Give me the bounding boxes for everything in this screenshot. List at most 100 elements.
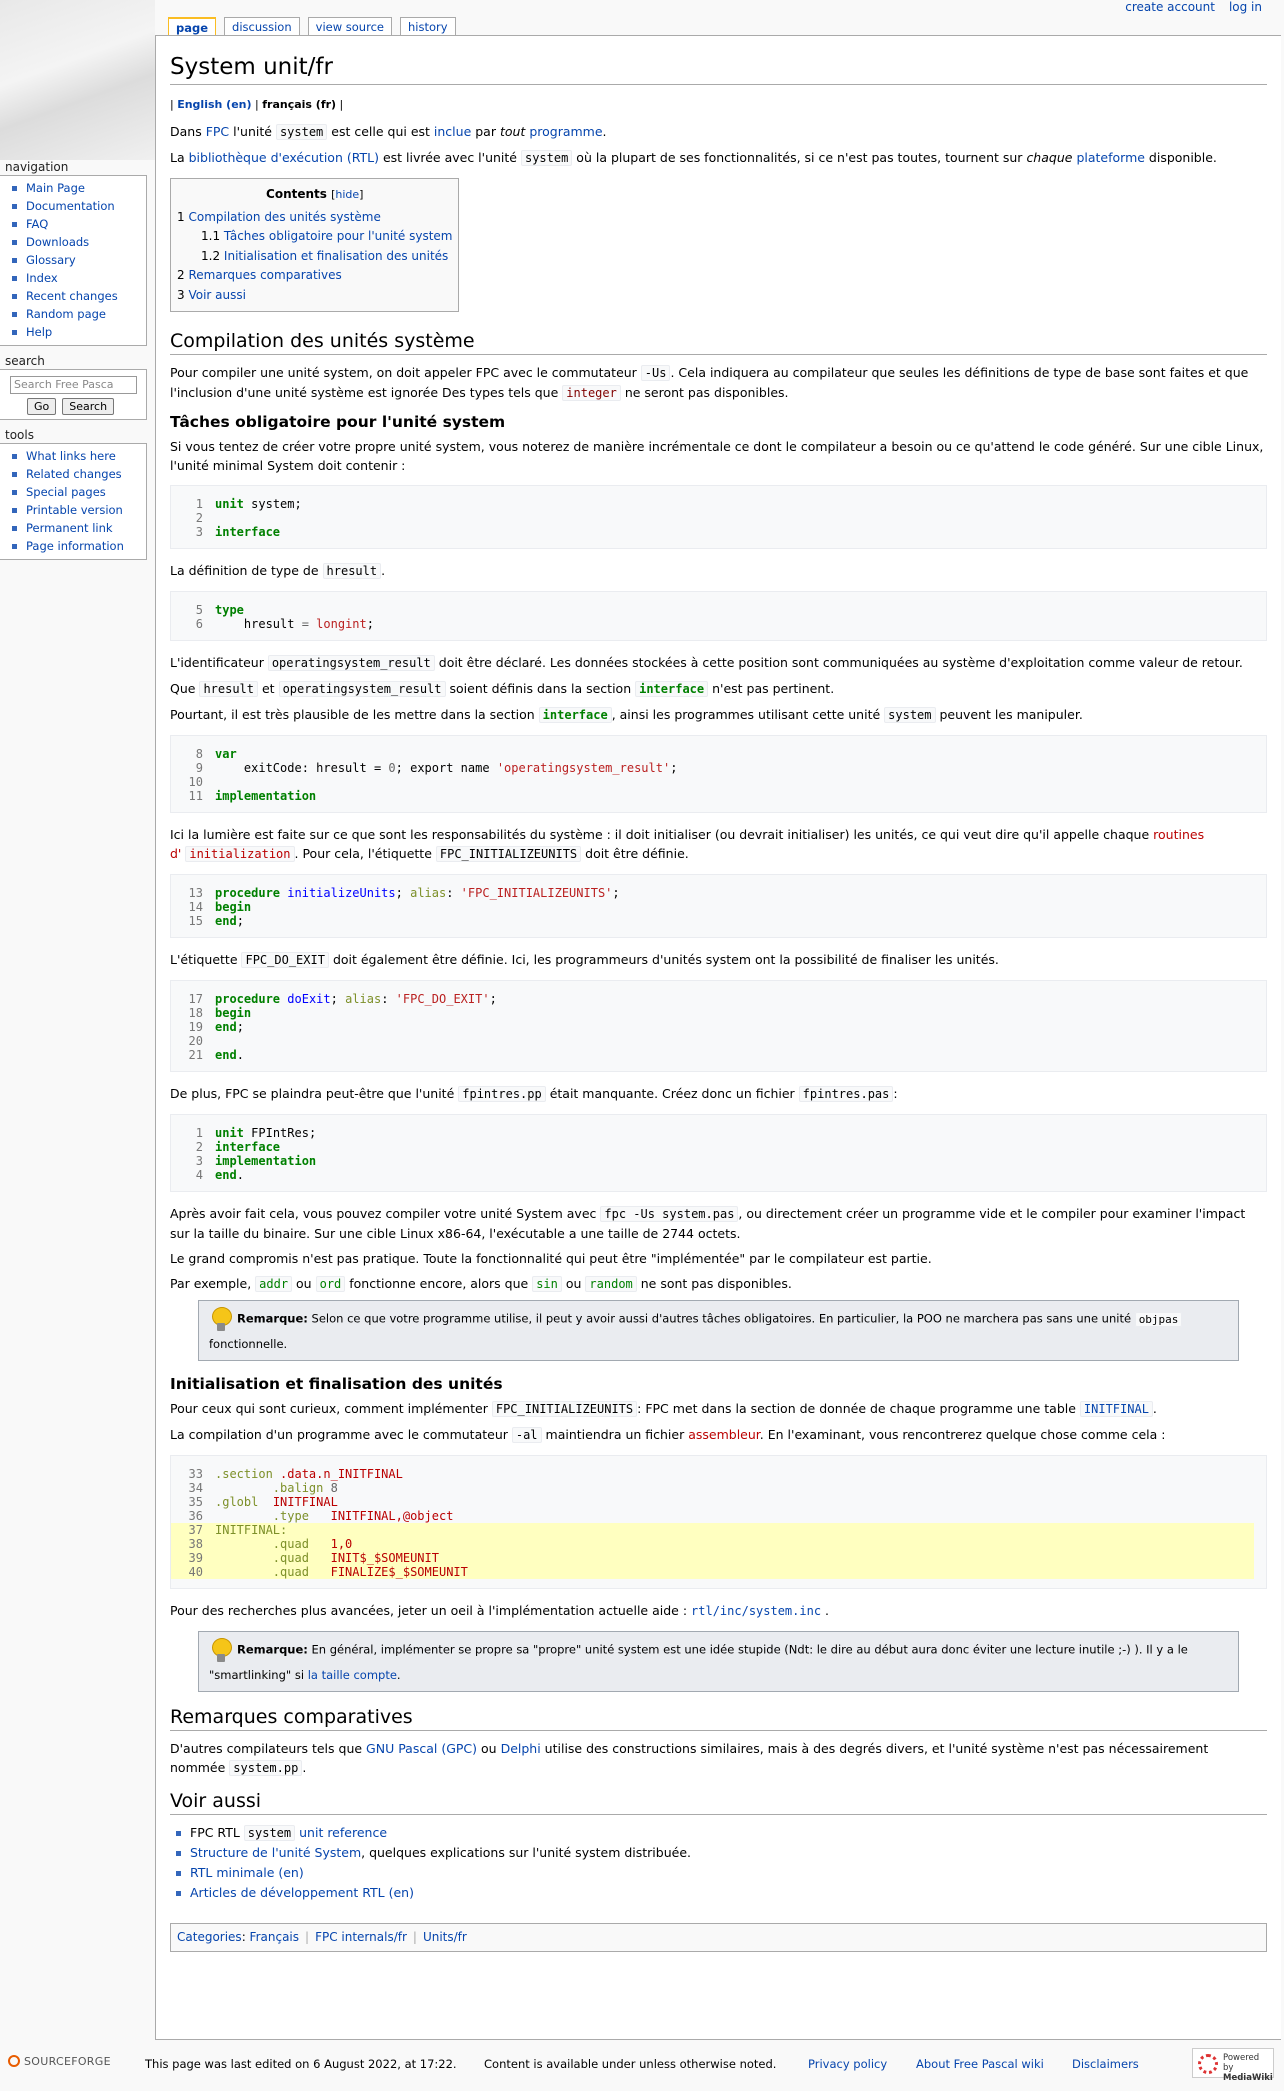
sidebar-item-printable-version[interactable]: Printable version — [8, 501, 146, 519]
toc-hide-link[interactable]: hide — [335, 188, 359, 201]
toc-item[interactable]: 1.1 Tâches obligatoire pour l'unité syst… — [177, 227, 452, 247]
sidebar-item-recent-changes[interactable]: Recent changes — [8, 287, 146, 305]
code-block-6: 1 unit FPIntRes; 2 interface 3 implementation… — [170, 1114, 1267, 1192]
sidebar-item-page-information[interactable]: Page information — [8, 537, 146, 555]
list-item: Structure de l'unité System, quelques ex… — [176, 1843, 1267, 1863]
code-block-1: 1 unit system; 2 3 interface — [170, 485, 1267, 549]
category-link[interactable]: FPC internals/fr — [315, 1930, 407, 1944]
rtl-link[interactable]: bibliothèque d'exécution (RTL) — [189, 150, 379, 165]
search-heading: search — [5, 354, 45, 368]
login-link[interactable]: log in — [1229, 0, 1262, 14]
toc-link[interactable]: Voir aussi — [188, 288, 246, 302]
sidebar-item-documentation[interactable]: Documentation — [8, 197, 146, 215]
lang-en-link[interactable]: English (en) — [177, 98, 251, 111]
category-link[interactable]: Units/fr — [423, 1930, 467, 1944]
sidebar-item-downloads[interactable]: Downloads — [8, 233, 146, 251]
note-box-2: Remarque: En général, implémenter se pro… — [198, 1631, 1239, 1692]
search-input[interactable]: Search Free Pasca — [10, 376, 137, 394]
sidebar-item-related-changes[interactable]: Related changes — [8, 465, 146, 483]
compilation-paragraph: Pour compiler une unité system, on doit … — [170, 365, 1249, 401]
toc-number: 1.1 — [201, 229, 221, 243]
sidebar-item-index[interactable]: Index — [8, 269, 146, 287]
system-inc-link[interactable]: rtl/inc/system.inc — [691, 1604, 821, 1618]
taille-compte-link[interactable]: la taille compte — [308, 1668, 397, 1682]
heading-remarques: Remarques comparatives — [170, 1704, 1267, 1731]
create-account-link[interactable]: create account — [1125, 0, 1215, 14]
language-bar: | English (en) | français (fr) | — [170, 98, 344, 111]
table-of-contents: Contents [hide] 1 Compilation des unités… — [170, 178, 460, 312]
exit-paragraph: L'étiquette FPC_DO_EXIT doit également ê… — [170, 952, 999, 968]
code-block-2: 5 type 6 hresult = longint; — [170, 591, 1267, 641]
toc-link[interactable]: Remarques comparatives — [188, 268, 341, 282]
toc-item[interactable]: 1 Compilation des unités système — [177, 208, 452, 228]
site-logo[interactable] — [0, 0, 155, 160]
fpc-link[interactable]: FPC — [206, 124, 229, 139]
toc-number: 2 — [177, 268, 185, 282]
al-paragraph: La compilation d'un programme avec le co… — [170, 1427, 1166, 1443]
tab-discussion[interactable]: discussion — [224, 17, 300, 35]
powered-by-mediawiki-badge[interactable]: Powered by MediaWiki — [1192, 2048, 1274, 2083]
assembleur-link[interactable]: assembleur — [688, 1427, 760, 1442]
gpc-link[interactable]: GNU Pascal (GPC) — [366, 1741, 477, 1756]
page-tabs: page discussion view source history — [168, 17, 464, 36]
sidebar-item-permanent-link[interactable]: Permanent link — [8, 519, 146, 537]
recherche-paragraph: Pour des recherches plus avancées, jeter… — [170, 1603, 830, 1618]
code-block-7: 33 .section .data.n_INITFINAL 34 .balign 8… — [170, 1455, 1267, 1589]
programme-link[interactable]: programme — [529, 124, 602, 139]
toc-link[interactable]: Initialisation et finalisation des unité… — [224, 249, 448, 263]
que-paragraph: Que hresult et operatingsystem_result so… — [170, 681, 835, 697]
toc-item[interactable]: 3 Voir aussi — [177, 286, 452, 306]
sidebar-item-random-page[interactable]: Random page — [8, 305, 146, 323]
intro-paragraph-1: Dans FPC l'unité system est celle qui es… — [170, 124, 607, 140]
disclaimers-link[interactable]: Disclaimers — [1072, 2057, 1139, 2071]
initialization-link[interactable]: d' initialization — [170, 846, 295, 862]
sidebar-item-special-pages[interactable]: Special pages — [8, 483, 146, 501]
toc-title: Contents — [266, 187, 327, 201]
privacy-policy-link[interactable]: Privacy policy — [808, 2057, 887, 2071]
tools-heading: tools — [5, 428, 34, 442]
inclue-link[interactable]: inclue — [434, 124, 471, 139]
delphi-link[interactable]: Delphi — [501, 1741, 541, 1756]
structure-link[interactable]: Structure de l'unité System — [190, 1845, 361, 1860]
apres-paragraph: Après avoir fait cela, vous pouvez compi… — [170, 1206, 1246, 1241]
main-content: System unit/fr | English (en) | français… — [155, 35, 1281, 2040]
tab-view-source[interactable]: view source — [307, 17, 392, 35]
plateforme-link[interactable]: plateforme — [1076, 150, 1145, 165]
toc-number: 1 — [177, 209, 185, 224]
about-link[interactable]: About Free Pascal wiki — [916, 2057, 1044, 2071]
toc-number: 1.2 — [201, 248, 221, 263]
search-button[interactable]: Search — [62, 398, 115, 415]
toc-link[interactable]: Compilation des unités système — [188, 210, 380, 224]
category-link[interactable]: Français — [250, 1930, 299, 1944]
heading-taches: Tâches obligatoire pour l'unité system — [170, 413, 506, 431]
go-button[interactable]: Go — [27, 398, 57, 415]
ici-paragraph: Ici la lumière est faite sur ce que sont… — [170, 827, 1205, 862]
tab-page[interactable]: page — [168, 17, 217, 36]
unit-reference-link[interactable]: unit reference — [299, 1825, 387, 1840]
toc-item[interactable]: 1.2 Initialisation et finalisation des u… — [177, 247, 452, 267]
lightbulb-icon — [209, 1637, 233, 1663]
sourceforge-logo[interactable]: SOURCEFORGE — [8, 2055, 111, 2068]
rtl-minimale-link[interactable]: RTL minimale (en) — [190, 1865, 304, 1880]
note-box-1: Remarque: Selon ce que votre programme u… — [198, 1300, 1239, 1361]
sidebar-item-what-links-here[interactable]: What links here — [8, 447, 146, 465]
rtl-articles-link[interactable]: Articles de développement RTL (en) — [190, 1885, 414, 1900]
sidebar-item-help[interactable]: Help — [8, 323, 146, 341]
intro-paragraph-2: La bibliothèque d'exécution (RTL) est li… — [170, 150, 1217, 166]
sidebar-item-faq[interactable]: FAQ — [8, 215, 146, 233]
tab-history[interactable]: history — [399, 17, 456, 35]
personal-tools: create account log in — [1111, 0, 1262, 14]
toc-link[interactable]: Tâches obligatoire pour l'unité system — [224, 229, 453, 243]
sidebar-item-glossary[interactable]: Glossary — [8, 251, 146, 269]
hresult-paragraph: La définition de type de hresult. — [170, 563, 386, 579]
routines-link[interactable]: routines — [1153, 827, 1204, 842]
navigation-heading: navigation — [5, 160, 69, 174]
tools-portlet: What links here Related changes Special pa… — [0, 443, 147, 560]
toc-item[interactable]: 2 Remarques comparatives — [177, 266, 452, 286]
search-portlet: Search Free Pasca Go Search — [0, 369, 147, 420]
curieux-paragraph: Pour ceux qui sont curieux, comment impl… — [170, 1401, 1157, 1417]
categories-link[interactable]: Categories — [177, 1930, 242, 1944]
heading-init: Initialisation et finalisation des unité… — [170, 1375, 503, 1393]
taches-paragraph: Si vous tentez de créer votre propre uni… — [170, 439, 1264, 473]
sidebar-item-main-page[interactable]: Main Page — [8, 179, 146, 197]
